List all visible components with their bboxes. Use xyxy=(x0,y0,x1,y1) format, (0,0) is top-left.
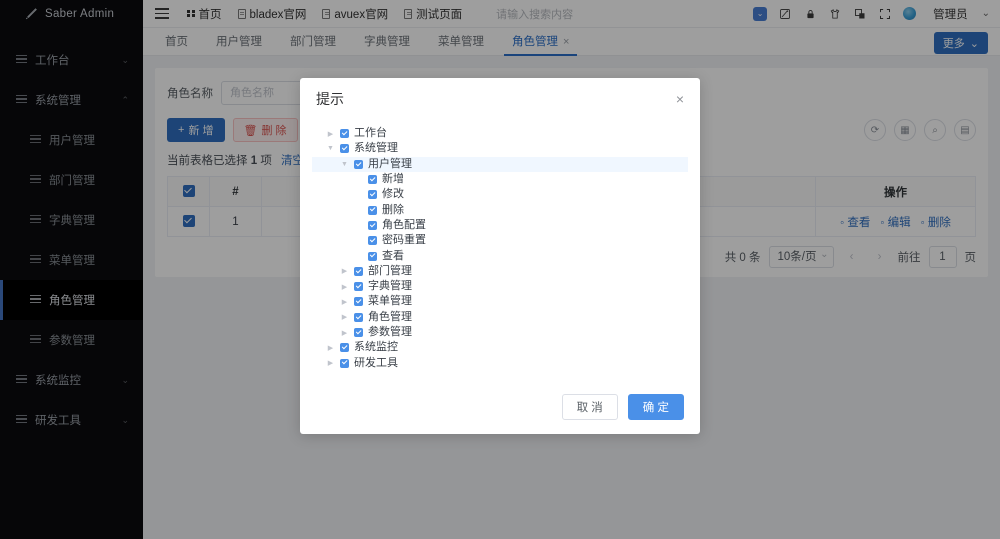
tree-checkbox[interactable] xyxy=(340,359,349,368)
tree-checkbox[interactable] xyxy=(354,297,363,306)
modal-overlay-left[interactable] xyxy=(0,0,143,539)
tree-node-label: 系统监控 xyxy=(354,342,398,353)
tree-node-11[interactable]: ▶ 菜单管理 xyxy=(312,294,688,309)
tree-checkbox[interactable] xyxy=(340,144,349,153)
chevron-down-icon[interactable]: ▼ xyxy=(326,145,335,152)
chevron-right-icon[interactable]: ▶ xyxy=(326,359,335,367)
confirm-button[interactable]: 确 定 xyxy=(628,394,684,420)
tree-node-label: 密码重置 xyxy=(382,235,426,246)
tree-node-4[interactable]: 修改 xyxy=(312,187,688,202)
chevron-right-icon[interactable]: ▶ xyxy=(326,130,335,138)
tree-node-13[interactable]: ▶ 参数管理 xyxy=(312,325,688,340)
tree-node-label: 研发工具 xyxy=(354,358,398,369)
permission-dialog: 提示 × ▶ 工作台 ▼ 系统管理 ▼ 用户管理新增修改删除角色配置密码重置查看 ▶ 部门管理… xyxy=(300,78,700,434)
app-root: Saber Admin 工作台⌄系统管理⌃用户管理部门管理字典管理菜单管理角色管… xyxy=(0,0,1000,539)
tree-node-9[interactable]: ▶ 部门管理 xyxy=(312,264,688,279)
tree-checkbox[interactable] xyxy=(354,267,363,276)
tree-node-label: 菜单管理 xyxy=(368,296,412,307)
chevron-right-icon[interactable]: ▶ xyxy=(340,329,349,337)
chevron-right-icon[interactable]: ▶ xyxy=(340,298,349,306)
permission-tree: ▶ 工作台 ▼ 系统管理 ▼ 用户管理新增修改删除角色配置密码重置查看 ▶ 部门管理 ▶ 字典管理… xyxy=(312,126,688,371)
tree-node-15[interactable]: ▶ 研发工具 xyxy=(312,355,688,370)
tree-node-5[interactable]: 删除 xyxy=(312,202,688,217)
tree-node-8[interactable]: 查看 xyxy=(312,248,688,263)
tree-checkbox[interactable] xyxy=(354,328,363,337)
tree-checkbox[interactable] xyxy=(354,160,363,169)
tree-node-label: 用户管理 xyxy=(368,159,412,170)
tree-checkbox[interactable] xyxy=(368,236,377,245)
tree-checkbox[interactable] xyxy=(368,190,377,199)
tree-node-label: 工作台 xyxy=(354,128,387,139)
close-icon[interactable]: × xyxy=(676,92,684,106)
chevron-right-icon[interactable]: ▶ xyxy=(340,283,349,291)
tree-node-7[interactable]: 密码重置 xyxy=(312,233,688,248)
tree-node-14[interactable]: ▶ 系统监控 xyxy=(312,340,688,355)
chevron-right-icon[interactable]: ▶ xyxy=(340,313,349,321)
tree-node-label: 新增 xyxy=(382,174,404,185)
tree-node-10[interactable]: ▶ 字典管理 xyxy=(312,279,688,294)
tree-checkbox[interactable] xyxy=(340,343,349,352)
dialog-title: 提示 xyxy=(316,89,676,109)
tree-checkbox[interactable] xyxy=(354,313,363,322)
tree-checkbox[interactable] xyxy=(368,206,377,215)
tree-checkbox[interactable] xyxy=(368,221,377,230)
chevron-down-icon[interactable]: ▼ xyxy=(340,161,349,168)
tree-checkbox[interactable] xyxy=(368,252,377,261)
tree-node-label: 修改 xyxy=(382,189,404,200)
tree-node-label: 删除 xyxy=(382,205,404,216)
dialog-header: 提示 × xyxy=(300,78,700,120)
dialog-body: ▶ 工作台 ▼ 系统管理 ▼ 用户管理新增修改删除角色配置密码重置查看 ▶ 部门管理 ▶ 字典管理… xyxy=(300,120,700,380)
tree-node-6[interactable]: 角色配置 xyxy=(312,218,688,233)
tree-node-3[interactable]: 新增 xyxy=(312,172,688,187)
cancel-button[interactable]: 取 消 xyxy=(562,394,618,420)
tree-node-2[interactable]: ▼ 用户管理 xyxy=(312,157,688,172)
tree-checkbox[interactable] xyxy=(354,282,363,291)
tree-node-12[interactable]: ▶ 角色管理 xyxy=(312,310,688,325)
tree-node-label: 查看 xyxy=(382,251,404,262)
tree-node-label: 角色管理 xyxy=(368,312,412,323)
tree-checkbox[interactable] xyxy=(340,129,349,138)
tree-node-label: 字典管理 xyxy=(368,281,412,292)
tree-node-label: 角色配置 xyxy=(382,220,426,231)
tree-node-label: 参数管理 xyxy=(368,327,412,338)
tree-checkbox[interactable] xyxy=(368,175,377,184)
tree-node-0[interactable]: ▶ 工作台 xyxy=(312,126,688,141)
dialog-footer: 取 消 确 定 xyxy=(300,380,700,434)
chevron-right-icon[interactable]: ▶ xyxy=(326,344,335,352)
tree-node-1[interactable]: ▼ 系统管理 xyxy=(312,141,688,156)
chevron-right-icon[interactable]: ▶ xyxy=(340,267,349,275)
tree-node-label: 系统管理 xyxy=(354,143,398,154)
tree-node-label: 部门管理 xyxy=(368,266,412,277)
